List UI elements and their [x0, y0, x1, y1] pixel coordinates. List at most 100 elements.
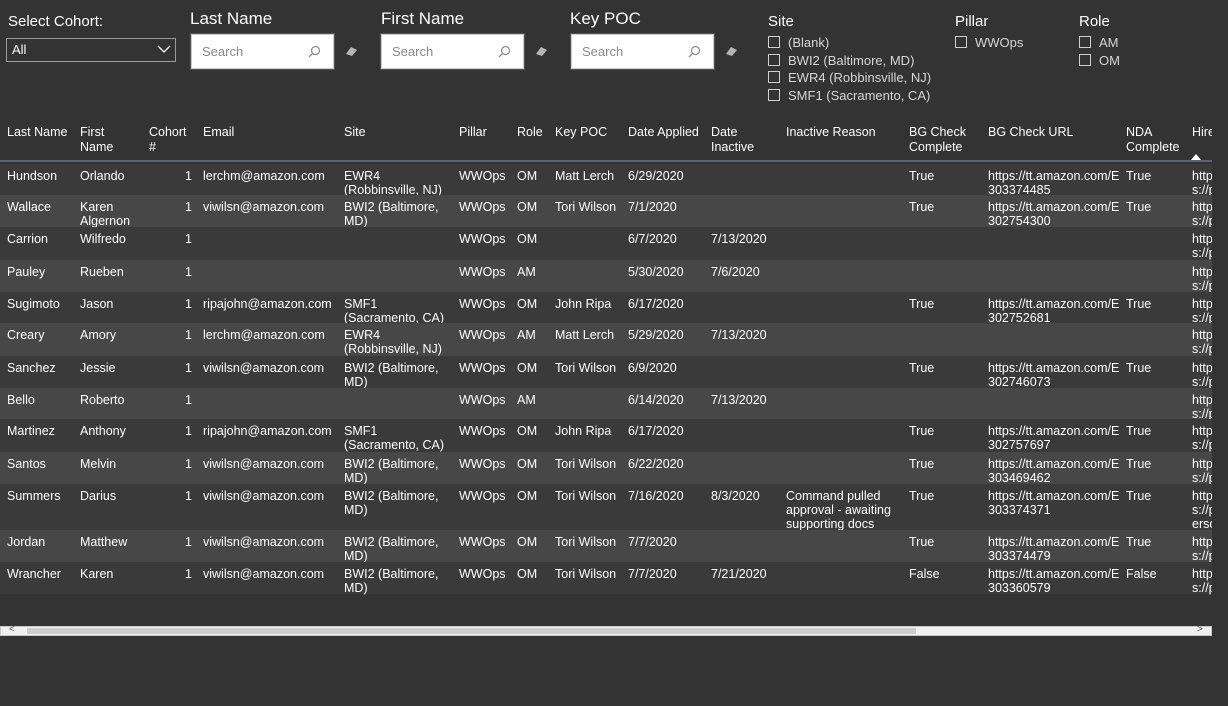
- table-row[interactable]: Summers Darius 1 viwilsn@amazon.com BWI2 (Ba…: [0, 484, 1212, 531]
- header-email[interactable]: Email: [203, 125, 333, 140]
- eraser-icon[interactable]: [725, 45, 739, 57]
- row-last-name: Wrancher: [7, 567, 61, 581]
- eraser-icon[interactable]: [345, 45, 359, 57]
- row-cohort: 1: [185, 393, 192, 407]
- header-last-name[interactable]: Last Name: [7, 125, 77, 140]
- last-name-search[interactable]: [191, 34, 334, 69]
- row-cohort: 1: [185, 567, 192, 581]
- site-option-blank[interactable]: (Blank): [768, 34, 829, 50]
- header-date-applied[interactable]: Date Applied: [628, 125, 708, 140]
- header-date-inactive[interactable]: Date Inactive: [711, 125, 773, 155]
- row-date-inactive: 7/6/2020: [711, 265, 760, 279]
- header-site[interactable]: Site: [344, 125, 449, 140]
- row-date-applied: 6/22/2020: [628, 457, 684, 471]
- pillar-option-wwops[interactable]: WWOps: [955, 34, 1023, 50]
- row-email: viwilsn@amazon.com: [203, 567, 325, 581]
- table-row[interactable]: Hundson Orlando 1 lerchm@amazon.com EWR4 (Ro…: [0, 164, 1212, 196]
- eraser-icon[interactable]: [535, 45, 549, 57]
- table-row[interactable]: Jordan Matthew 1 viwilsn@amazon.com BWI2 (Ba…: [0, 530, 1212, 563]
- row-key-poc: John Ripa: [555, 424, 612, 438]
- row-first-name: Darius: [80, 489, 117, 503]
- site-option-bwi2[interactable]: BWI2 (Baltimore, MD): [768, 52, 914, 68]
- row-last-name: Carrion: [7, 232, 48, 246]
- row-last-name: Martinez: [7, 424, 55, 438]
- header-pillar[interactable]: Pillar: [459, 125, 511, 140]
- table-row[interactable]: Sugimoto Jason 1 ripajohn@amazon.com SMF1 (S…: [0, 292, 1212, 324]
- table-row[interactable]: Bello Roberto 1 WWOps AM 6/14/2020 7/13/2020 ht…: [0, 388, 1212, 420]
- table-row[interactable]: Pauley Rueben 1 WWOps AM 5/30/2020 7/6/2020 htt…: [0, 260, 1212, 293]
- table-row[interactable]: Sanchez Jessie 1 viwilsn@amazon.com BWI2 (Ba…: [0, 356, 1212, 389]
- header-first-name[interactable]: First Name: [80, 125, 135, 155]
- row-key-poc: Tori Wilson: [555, 361, 617, 375]
- scroll-left-icon[interactable]: <: [9, 624, 15, 635]
- checkbox[interactable]: [1079, 54, 1091, 66]
- scroll-right-icon[interactable]: >: [1197, 624, 1203, 635]
- row-role: OM: [517, 200, 538, 214]
- role-option-am[interactable]: AM: [1079, 34, 1119, 50]
- row-bg-check-url: https://tt.amazon.com/E303374479: [988, 535, 1120, 563]
- checkbox[interactable]: [768, 36, 780, 48]
- row-site: SMF1 (Sacramento, CA): [344, 424, 445, 452]
- key-poc-search[interactable]: [571, 34, 714, 69]
- checkbox[interactable]: [1079, 36, 1091, 48]
- row-hire: https://person: [1192, 393, 1212, 420]
- header-bg-check-url[interactable]: BG Check URL: [988, 125, 1118, 140]
- row-last-name: Sugimoto: [7, 297, 60, 311]
- table-row[interactable]: Santos Melvin 1 viwilsn@amazon.com BWI2 (Bal…: [0, 452, 1212, 485]
- checkbox[interactable]: [768, 71, 780, 83]
- sort-ascending-icon[interactable]: [1191, 153, 1201, 160]
- scrollbar-thumb[interactable]: [27, 628, 916, 634]
- row-last-name: Creary: [7, 328, 45, 342]
- row-bg-check-complete: True: [909, 361, 935, 375]
- site-option-ewr4[interactable]: EWR4 (Robbinsville, NJ): [768, 69, 931, 85]
- row-first-name: Anthony: [80, 424, 126, 438]
- row-bg-check-url: https://tt.amazon.com/E303469462: [988, 457, 1120, 485]
- checkbox[interactable]: [768, 54, 780, 66]
- row-email: viwilsn@amazon.com: [203, 489, 325, 503]
- first-name-search[interactable]: [381, 34, 524, 69]
- table-row[interactable]: Wrancher Karen 1 viwilsn@amazon.com BWI2 (Ba…: [0, 562, 1212, 595]
- row-cohort: 1: [185, 200, 192, 214]
- row-date-inactive: 7/13/2020: [711, 232, 767, 246]
- row-last-name: Summers: [7, 489, 61, 503]
- checkbox[interactable]: [768, 89, 780, 101]
- role-option-om[interactable]: OM: [1079, 52, 1120, 68]
- row-nda-complete: True: [1126, 200, 1152, 214]
- table-row[interactable]: Wallace Karen Algernon 1 viwilsn@amazon.com…: [0, 195, 1212, 228]
- pillar-label: Pillar: [955, 13, 989, 30]
- key-poc-search-input[interactable]: [572, 35, 682, 68]
- checkbox[interactable]: [955, 36, 967, 48]
- row-nda-complete: True: [1126, 361, 1152, 375]
- header-inactive-reason[interactable]: Inactive Reason: [786, 125, 904, 140]
- row-date-applied: 6/9/2020: [628, 361, 677, 375]
- header-nda-complete[interactable]: NDA Complete: [1126, 125, 1186, 155]
- header-key-poc[interactable]: Key POC: [555, 125, 623, 140]
- row-role: OM: [517, 489, 538, 503]
- row-key-poc: Tori Wilson: [555, 489, 617, 503]
- row-inactive-reason: Command pulled approval - awaiting suppo…: [786, 489, 891, 531]
- row-role: AM: [517, 265, 536, 279]
- header-role[interactable]: Role: [517, 125, 551, 140]
- last-name-label: Last Name: [190, 9, 273, 28]
- first-name-search-input[interactable]: [382, 35, 492, 68]
- row-bg-check-complete: True: [909, 200, 935, 214]
- cohort-select[interactable]: All: [6, 38, 176, 62]
- table-row[interactable]: Martinez Anthony 1 ripajohn@amazon.com SMF1 …: [0, 419, 1212, 453]
- row-role: OM: [517, 232, 538, 246]
- horizontal-scrollbar[interactable]: < >: [0, 624, 1212, 636]
- row-first-name: Rueben: [80, 265, 124, 279]
- last-name-search-input[interactable]: [192, 35, 302, 68]
- row-hire: https://person: [1192, 328, 1212, 357]
- site-option-smf1[interactable]: SMF1 (Sacramento, CA): [768, 87, 930, 103]
- table-row[interactable]: Creary Amory 1 lerchm@amazon.com EWR4 (Robbi…: [0, 323, 1212, 357]
- row-role: OM: [517, 424, 538, 438]
- search-icon: [308, 45, 321, 58]
- header-bg-check-complete[interactable]: BG Check Complete: [909, 125, 983, 155]
- row-key-poc: Tori Wilson: [555, 457, 617, 471]
- row-site: BWI2 (Baltimore, MD): [344, 200, 439, 228]
- table-row[interactable]: Carrion Wilfredo 1 WWOps OM 6/7/2020 7/13/2020…: [0, 227, 1212, 261]
- row-nda-complete: False: [1126, 567, 1157, 581]
- row-nda-complete: True: [1126, 535, 1152, 549]
- header-cohort[interactable]: Cohort #: [149, 125, 193, 155]
- header-hire[interactable]: Hire: [1192, 125, 1212, 140]
